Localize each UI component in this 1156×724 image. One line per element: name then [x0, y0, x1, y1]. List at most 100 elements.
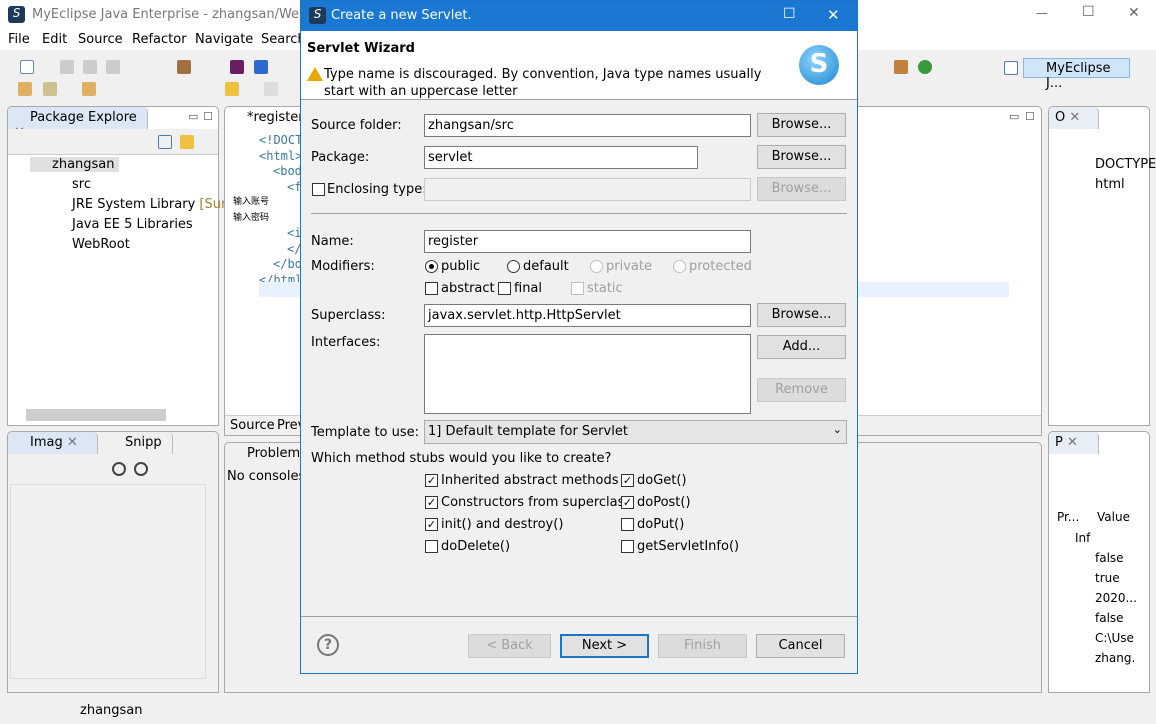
help-button[interactable]: ? — [317, 634, 339, 656]
open-folder-icon[interactable] — [82, 82, 96, 96]
tree-item-project[interactable]: ​zhangsan — [30, 157, 119, 172]
stub-checkbox[interactable] — [621, 518, 634, 531]
remove-interface-button[interactable]: Remove — [757, 378, 846, 402]
stub-checkbox[interactable] — [425, 540, 438, 553]
perspective-myeclipse[interactable]: MyEclipse J... — [1023, 58, 1130, 91]
abstract-checkbox[interactable] — [425, 282, 438, 295]
open-perspective-icon[interactable] — [1004, 61, 1018, 75]
close-button[interactable]: ✕ — [1128, 5, 1140, 21]
code-area[interactable]: <!DOCT <html> <bod <f 输入账号 输入密码 <i </</bo </html — [233, 133, 302, 288]
menu-navigate[interactable]: Navigate — [195, 32, 253, 47]
next-button[interactable]: Next > — [560, 634, 649, 658]
final-checkbox[interactable] — [498, 282, 511, 295]
menu-search[interactable]: Search — [261, 32, 306, 47]
name-label: Name: — [311, 234, 354, 249]
status-text: zhangsan — [80, 703, 143, 718]
tab-properties[interactable]: P ✕ — [1049, 432, 1099, 454]
new-server-icon[interactable] — [177, 60, 191, 74]
tree-item-src[interactable]: src — [50, 177, 91, 192]
new-bean-icon[interactable] — [254, 60, 268, 74]
maximize-icon[interactable]: ☐ — [1025, 110, 1035, 123]
save-icon[interactable] — [60, 60, 74, 74]
refresh-icon[interactable] — [918, 60, 932, 74]
source-folder-input[interactable]: zhangsan/src — [424, 114, 751, 137]
modifier-private-radio[interactable] — [590, 260, 603, 273]
enclosing-type-input[interactable] — [424, 178, 751, 201]
grid-icon[interactable] — [894, 60, 908, 74]
print-icon[interactable] — [106, 60, 120, 74]
open-project-icon[interactable] — [18, 82, 32, 96]
forward-nav-icon[interactable] — [264, 82, 278, 96]
chevron-down-icon: ⌄ — [832, 423, 842, 436]
add-interface-button[interactable]: Add... — [757, 335, 846, 359]
package-explorer-panel: Package Explore ✕ ▭ ☐ ​zhangsan src JRE … — [7, 106, 237, 426]
stub-checkbox[interactable]: ✓ — [621, 496, 634, 509]
minimize-icon[interactable]: ▭ — [1009, 110, 1019, 123]
tab-image[interactable]: Imag ✕ — [8, 432, 98, 454]
template-label: Template to use: — [311, 425, 420, 440]
interfaces-list[interactable] — [424, 334, 751, 414]
outline-panel: O ✕ DOCTYPE: html — [1048, 106, 1156, 426]
divider — [301, 616, 857, 617]
dialog-close-button[interactable]: ✕ — [827, 6, 840, 24]
superclass-input[interactable]: javax.servlet.http.HttpServlet — [424, 304, 751, 327]
stub-label: doGet() — [637, 473, 687, 488]
name-input[interactable]: register — [424, 230, 751, 253]
menu-source[interactable]: Source — [78, 32, 123, 47]
collapse-all-icon[interactable] — [158, 135, 172, 149]
outline-item-doctype[interactable]: DOCTYPE: — [1073, 157, 1156, 172]
superclass-browse-button[interactable]: Browse... — [757, 303, 846, 327]
outline-item-html[interactable]: html — [1073, 177, 1125, 192]
perspective-label: MyEclipse J... — [1046, 61, 1111, 91]
package-input[interactable]: servlet — [424, 146, 698, 169]
menu-refactor[interactable]: Refactor — [132, 32, 187, 47]
horizontal-scrollbar[interactable] — [26, 409, 166, 421]
static-checkbox[interactable] — [571, 282, 584, 295]
minimize-icon[interactable]: ▭ — [188, 110, 198, 123]
source-folder-browse-button[interactable]: Browse... — [757, 113, 846, 137]
save-all-icon[interactable] — [83, 60, 97, 74]
template-select[interactable]: 1] Default template for Servlet ⌄ — [424, 420, 847, 444]
back-nav-icon[interactable] — [225, 82, 239, 96]
new-ejb-icon[interactable] — [230, 60, 244, 74]
stub-checkbox[interactable]: ✓ — [621, 474, 634, 487]
zoom-in-icon[interactable] — [134, 462, 148, 476]
tab-outline[interactable]: O ✕ — [1049, 107, 1099, 129]
new-icon[interactable] — [20, 60, 34, 74]
menu-edit[interactable]: Edit — [42, 32, 67, 47]
back-button[interactable]: < Back — [468, 634, 551, 658]
package-browse-button[interactable]: Browse... — [757, 145, 846, 169]
enclosing-type-checkbox[interactable] — [312, 183, 325, 196]
dialog-maximize-button[interactable]: ☐ — [783, 6, 796, 22]
finish-button[interactable]: Finish — [658, 634, 747, 658]
tree-item-jre[interactable]: JRE System Library [Sun J — [50, 197, 237, 212]
modifier-default-radio[interactable] — [507, 260, 520, 273]
tab-source[interactable]: Source — [230, 418, 275, 433]
minimize-button[interactable]: — — [1036, 6, 1048, 20]
tab-package-explorer[interactable]: Package Explore ✕ — [8, 107, 148, 140]
enclosing-type-label: Enclosing type: — [327, 182, 427, 197]
tree-item-javaee[interactable]: Java EE 5 Libraries — [50, 217, 193, 232]
tab-snippets[interactable]: Snipp — [103, 432, 173, 454]
cancel-button[interactable]: Cancel — [756, 634, 845, 658]
link-editor-icon[interactable] — [180, 135, 194, 149]
maximize-button[interactable]: ☐ — [1082, 4, 1095, 20]
stub-checkbox[interactable]: ✓ — [425, 518, 438, 531]
tree-item-webroot[interactable]: WebRoot — [50, 237, 130, 252]
stub-label: doPut() — [637, 517, 685, 532]
enclosing-type-browse-button[interactable]: Browse... — [757, 177, 846, 201]
edit-icon[interactable] — [43, 82, 57, 96]
menu-file[interactable]: File — [8, 32, 30, 47]
image-canvas — [10, 484, 206, 679]
stub-checkbox[interactable]: ✓ — [425, 474, 438, 487]
template-value: 1] Default template for Servlet — [428, 424, 628, 439]
zoom-out-icon[interactable] — [112, 462, 126, 476]
modifier-public-radio[interactable] — [425, 260, 438, 273]
stub-label: getServletInfo() — [637, 539, 740, 554]
stub-checkbox[interactable]: ✓ — [425, 496, 438, 509]
maximize-icon[interactable]: ☐ — [203, 110, 213, 123]
tab-problems[interactable]: Problems — [225, 443, 307, 465]
stub-checkbox[interactable] — [621, 540, 634, 553]
modifiers-label: Modifiers: — [311, 259, 375, 274]
modifier-protected-radio[interactable] — [673, 260, 686, 273]
